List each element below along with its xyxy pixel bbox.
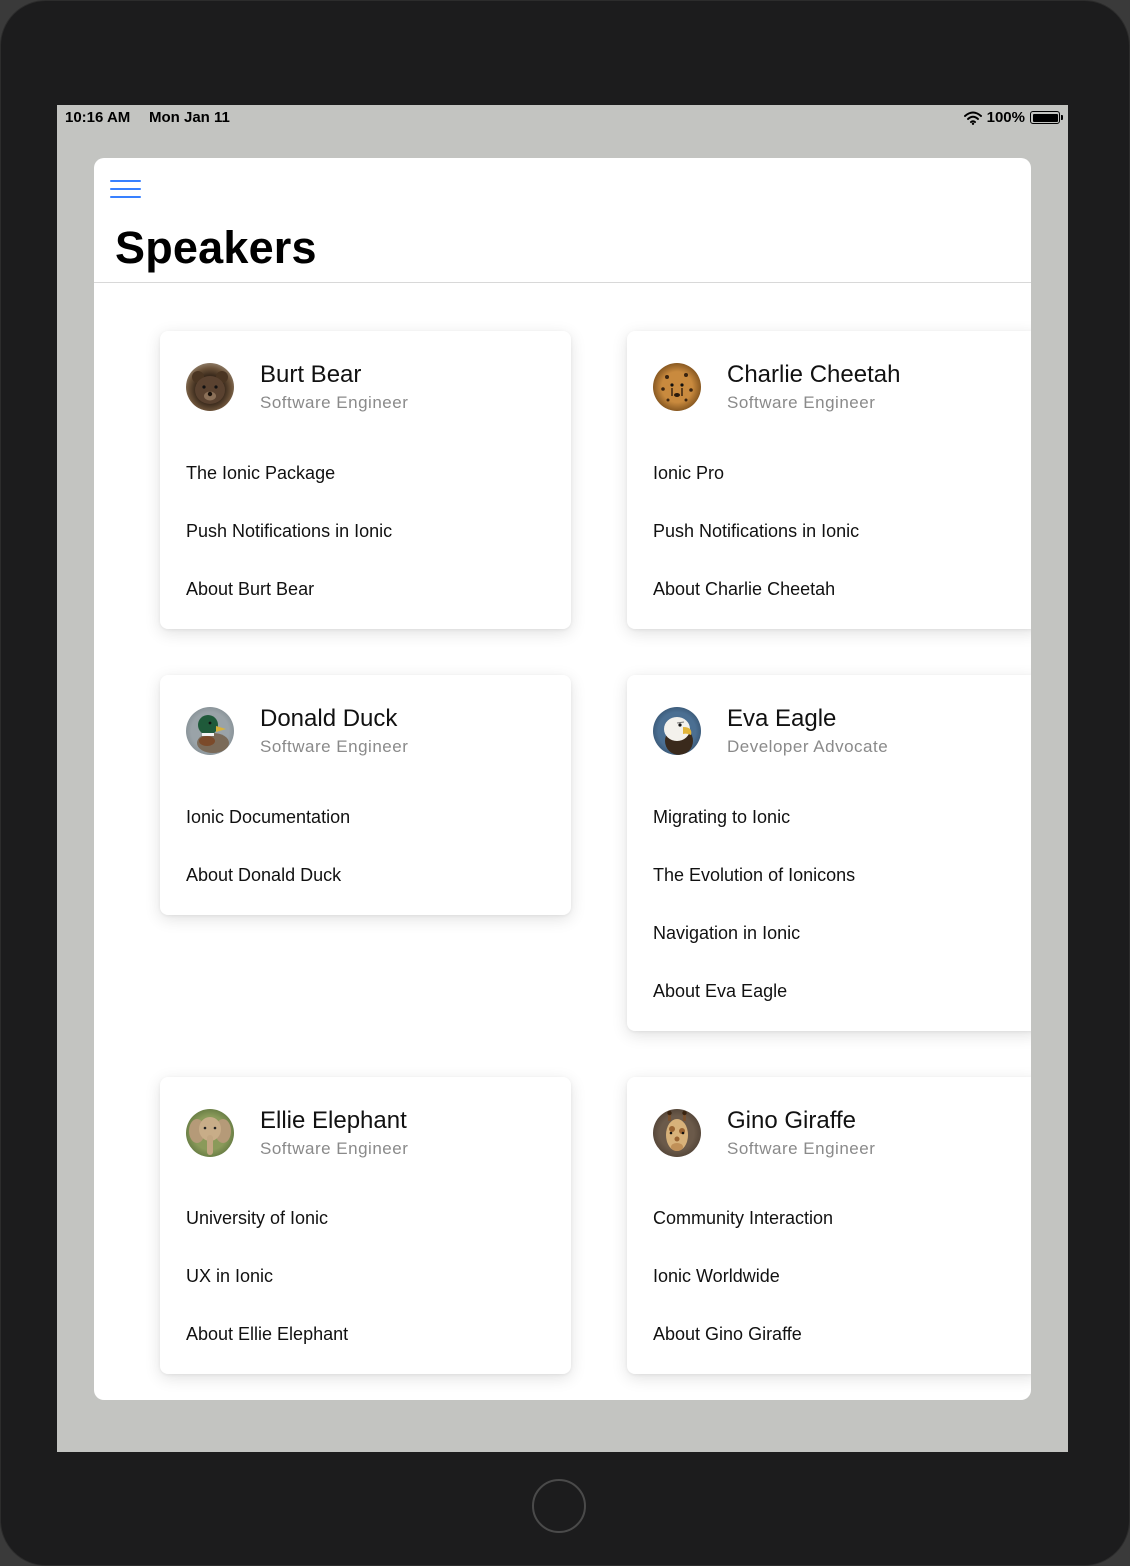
home-button[interactable]	[532, 1479, 586, 1533]
battery-icon	[1030, 111, 1063, 124]
speaker-name[interactable]: Charlie Cheetah	[727, 361, 900, 389]
about-speaker-link[interactable]: About Charlie Cheetah	[653, 579, 835, 600]
avatar[interactable]	[653, 363, 701, 411]
speaker-role: Developer Advocate	[727, 737, 889, 756]
speaker-name[interactable]: Gino Giraffe	[727, 1107, 856, 1135]
session-item[interactable]: Ionic Worldwide	[653, 1266, 780, 1287]
avatar[interactable]	[186, 363, 234, 411]
session-item[interactable]: Push Notifications in Ionic	[186, 521, 392, 542]
avatar[interactable]	[186, 707, 234, 755]
duck-icon	[197, 715, 229, 753]
avatar[interactable]	[653, 1109, 701, 1157]
session-item[interactable]: Push Notifications in Ionic	[653, 521, 859, 542]
speaker-card: Eva Eagle Developer Advocate Migrating t…	[627, 675, 1031, 1031]
speaker-card: Donald Duck Software Engineer Ionic Docu…	[160, 675, 571, 915]
session-item[interactable]: UX in Ionic	[186, 1266, 273, 1287]
status-time: 10:16 AM	[65, 109, 131, 126]
about-speaker-link[interactable]: About Burt Bear	[186, 579, 314, 600]
speaker-name[interactable]: Ellie Elephant	[260, 1107, 407, 1135]
speaker-card: Burt Bear Software Engineer The Ionic Pa…	[160, 331, 571, 629]
session-item[interactable]: Community Interaction	[653, 1208, 833, 1229]
speaker-name[interactable]: Eva Eagle	[727, 705, 836, 733]
about-speaker-link[interactable]: About Donald Duck	[186, 865, 341, 886]
speaker-card: Charlie Cheetah Software Engineer Ionic …	[627, 331, 1031, 629]
speaker-role: Software Engineer	[260, 1139, 409, 1158]
speaker-card: Gino Giraffe Software Engineer Community…	[627, 1077, 1031, 1374]
cheetah-icon	[661, 373, 693, 402]
about-speaker-link[interactable]: About Eva Eagle	[653, 981, 787, 1002]
page-title: Speakers	[115, 222, 317, 273]
status-date: Mon Jan 11	[149, 109, 230, 126]
session-item[interactable]: The Ionic Package	[186, 463, 335, 484]
avatar[interactable]	[653, 707, 701, 755]
speaker-role: Software Engineer	[727, 393, 876, 412]
status-bar: 10:16 AM Mon Jan 11 100%	[57, 105, 1068, 131]
screen: 10:16 AM Mon Jan 11 100% Speakers Burt B…	[57, 105, 1068, 1452]
speaker-card: Ellie Elephant Software Engineer Univers…	[160, 1077, 571, 1374]
speaker-name[interactable]: Burt Bear	[260, 361, 361, 389]
about-speaker-link[interactable]: About Gino Giraffe	[653, 1324, 802, 1345]
wifi-icon	[963, 111, 982, 125]
session-item[interactable]: University of Ionic	[186, 1208, 328, 1229]
bear-icon	[192, 371, 228, 404]
session-item[interactable]: Migrating to Ionic	[653, 807, 790, 828]
status-right: 100%	[963, 109, 1063, 126]
speaker-role: Software Engineer	[260, 393, 409, 412]
main-sheet: Speakers Burt Bear Software Engineer The…	[94, 158, 1031, 1400]
session-item[interactable]: Ionic Pro	[653, 463, 724, 484]
avatar[interactable]	[186, 1109, 234, 1157]
speaker-name[interactable]: Donald Duck	[260, 705, 397, 733]
speaker-role: Software Engineer	[727, 1139, 876, 1158]
session-item[interactable]: Ionic Documentation	[186, 807, 350, 828]
tablet-frame: 10:16 AM Mon Jan 11 100% Speakers Burt B…	[0, 0, 1130, 1566]
about-speaker-link[interactable]: About Ellie Elephant	[186, 1324, 348, 1345]
session-item[interactable]: Navigation in Ionic	[653, 923, 800, 944]
menu-button[interactable]	[110, 178, 142, 200]
elephant-icon	[189, 1117, 231, 1155]
giraffe-icon	[666, 1110, 688, 1151]
header-divider	[94, 282, 1031, 283]
eagle-icon	[664, 717, 693, 755]
session-item[interactable]: The Evolution of Ionicons	[653, 865, 855, 886]
speaker-role: Software Engineer	[260, 737, 409, 756]
battery-percent: 100%	[986, 109, 1025, 126]
